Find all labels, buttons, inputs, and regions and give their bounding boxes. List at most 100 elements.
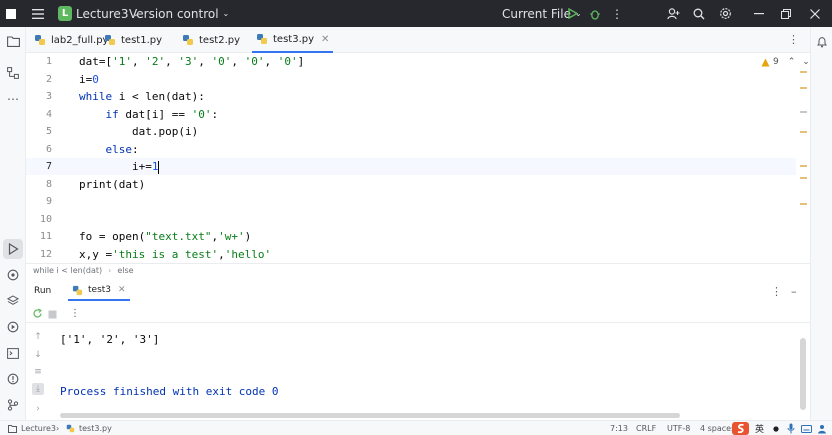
right-tool-strip — [810, 27, 832, 420]
code-editor[interactable]: 1 2 3 4 5 6 7 8 9 10 11 12 dat=['1', '2'… — [26, 53, 810, 263]
minimize-panel-icon[interactable]: – — [791, 285, 797, 298]
horizontal-scrollbar[interactable] — [60, 413, 680, 418]
warning-marker[interactable] — [800, 131, 807, 133]
more-vertical-icon[interactable]: ⋮ — [606, 0, 628, 27]
caret-position[interactable]: 7:13 — [610, 421, 628, 435]
line-number: 1 — [45, 56, 52, 67]
warning-marker[interactable] — [800, 177, 807, 179]
run-panel-header: Run test3 ✕ ⋮ – — [26, 281, 810, 301]
chevron-down-icon: ⌄ — [222, 9, 230, 18]
main-menu-icon[interactable] — [28, 0, 48, 27]
run-tool-icon[interactable] — [3, 239, 23, 259]
tab-label: test1.py — [121, 34, 163, 46]
tab-test1[interactable]: test1.py — [104, 27, 162, 53]
python-file-icon — [183, 35, 193, 45]
scroll-to-end-icon[interactable]: ⤓ — [32, 383, 44, 395]
notifications-icon[interactable] — [816, 33, 828, 52]
terminal-icon[interactable] — [3, 343, 23, 363]
folder-icon[interactable] — [3, 31, 23, 51]
scroll-marker[interactable] — [800, 111, 807, 113]
file-encoding[interactable]: UTF-8 — [667, 421, 690, 435]
text-caret — [158, 160, 160, 174]
restore-icon[interactable] — [775, 0, 797, 27]
settings-gear-icon[interactable] — [714, 0, 736, 27]
warning-marker[interactable] — [800, 71, 807, 73]
close-icon[interactable] — [804, 0, 826, 27]
line-number: 8 — [45, 179, 52, 190]
tab-label: test2.py — [199, 34, 241, 46]
code-line: dat.pop(i) — [79, 125, 199, 138]
python-file-icon — [105, 35, 115, 45]
more-horizontal-icon[interactable]: ⋯ — [3, 89, 23, 109]
minimize-icon[interactable] — [748, 0, 770, 27]
punctuation-icon[interactable] — [772, 421, 780, 435]
breadcrumb: while i < len(dat) › else — [26, 263, 810, 277]
line-number-gutter: 1 2 3 4 5 6 7 8 9 10 11 12 — [26, 53, 60, 263]
line-number: 3 — [45, 91, 52, 102]
status-bar: Lecture3 › test3.py 7:13 CRLF UTF-8 4 sp… — [0, 420, 832, 435]
problems-icon[interactable] — [3, 369, 23, 389]
chevron-down-icon[interactable]: ⌄ — [802, 57, 810, 67]
status-project[interactable]: Lecture3 — [8, 421, 56, 435]
python-file-icon — [35, 35, 45, 45]
git-icon[interactable] — [3, 395, 23, 415]
tab-lab2-full[interactable]: lab2_full.py — [34, 27, 108, 53]
warning-marker[interactable] — [800, 87, 807, 89]
project-icon — [8, 424, 17, 433]
warning-marker[interactable] — [800, 165, 807, 167]
line-number: 5 — [45, 126, 52, 137]
run-config-label: Current File — [502, 6, 571, 21]
chevron-up-icon[interactable]: ⌃ — [788, 57, 796, 67]
line-number: 9 — [45, 196, 52, 207]
layers-icon[interactable] — [3, 291, 23, 311]
project-name: Lecture3 — [76, 6, 129, 21]
breadcrumb-item[interactable]: else — [117, 266, 133, 275]
keyboard-icon[interactable] — [801, 421, 812, 435]
code-line: i=0 — [79, 73, 99, 86]
version-control-selector[interactable]: Version control ⌄ — [129, 0, 229, 27]
user-icon[interactable] — [817, 421, 827, 435]
arrow-down-icon[interactable]: ↓ — [32, 349, 44, 361]
soft-wrap-icon[interactable]: ≡ — [32, 366, 44, 378]
line-separator[interactable]: CRLF — [636, 421, 656, 435]
python-packages-icon[interactable] — [3, 265, 23, 285]
line-number: 11 — [39, 231, 52, 242]
tab-test2[interactable]: test2.py — [182, 27, 240, 53]
services-icon[interactable] — [3, 317, 23, 337]
python-file-icon — [72, 285, 83, 295]
close-tab-icon[interactable]: ✕ — [118, 285, 126, 295]
breadcrumb-item[interactable]: while i < len(dat) — [33, 266, 102, 275]
status-project-label: Lecture3 — [21, 424, 56, 433]
search-icon[interactable] — [688, 0, 710, 27]
more-vertical-icon[interactable]: ⋮ — [788, 33, 799, 46]
status-file[interactable]: test3.py — [66, 421, 112, 435]
warning-marker[interactable] — [800, 203, 807, 205]
vertical-scrollbar[interactable] — [800, 338, 806, 410]
ime-logo-icon[interactable] — [732, 421, 749, 435]
vcs-label: Version control — [129, 6, 219, 21]
console-output[interactable]: ['1', '2', '3'] Process finished with ex… — [50, 323, 800, 420]
ime-language[interactable]: 英 — [755, 421, 764, 435]
code-line: x,y ='this is a test','hello' — [79, 248, 272, 261]
run-tab-test3[interactable]: test3 ✕ — [68, 281, 130, 301]
more-vertical-icon[interactable]: ⋮ — [771, 285, 782, 298]
inspection-widget[interactable]: 9 ⌃ ⌄ — [761, 57, 810, 67]
run-icon[interactable] — [562, 0, 584, 27]
stop-icon[interactable] — [48, 304, 57, 323]
microphone-icon[interactable] — [787, 421, 795, 435]
left-tool-strip: ⋯ — [0, 27, 26, 420]
debug-icon[interactable] — [584, 0, 606, 27]
run-tab-label: test3 — [88, 285, 112, 295]
project-badge: L — [58, 6, 72, 21]
close-tab-icon[interactable]: ✕ — [321, 34, 329, 45]
arrow-up-icon[interactable]: ↑ — [32, 331, 44, 343]
line-number: 4 — [45, 109, 52, 120]
add-user-icon[interactable] — [662, 0, 684, 27]
structure-icon[interactable] — [3, 63, 23, 83]
breadcrumb-separator: › — [108, 266, 112, 275]
indent-setting[interactable]: 4 spaces — [700, 421, 735, 435]
rerun-icon[interactable] — [32, 304, 43, 323]
tab-test3[interactable]: test3.py ✕ — [252, 27, 334, 53]
more-vertical-icon[interactable]: ⋮ — [70, 308, 80, 319]
chevron-right-icon[interactable]: › — [32, 403, 44, 415]
